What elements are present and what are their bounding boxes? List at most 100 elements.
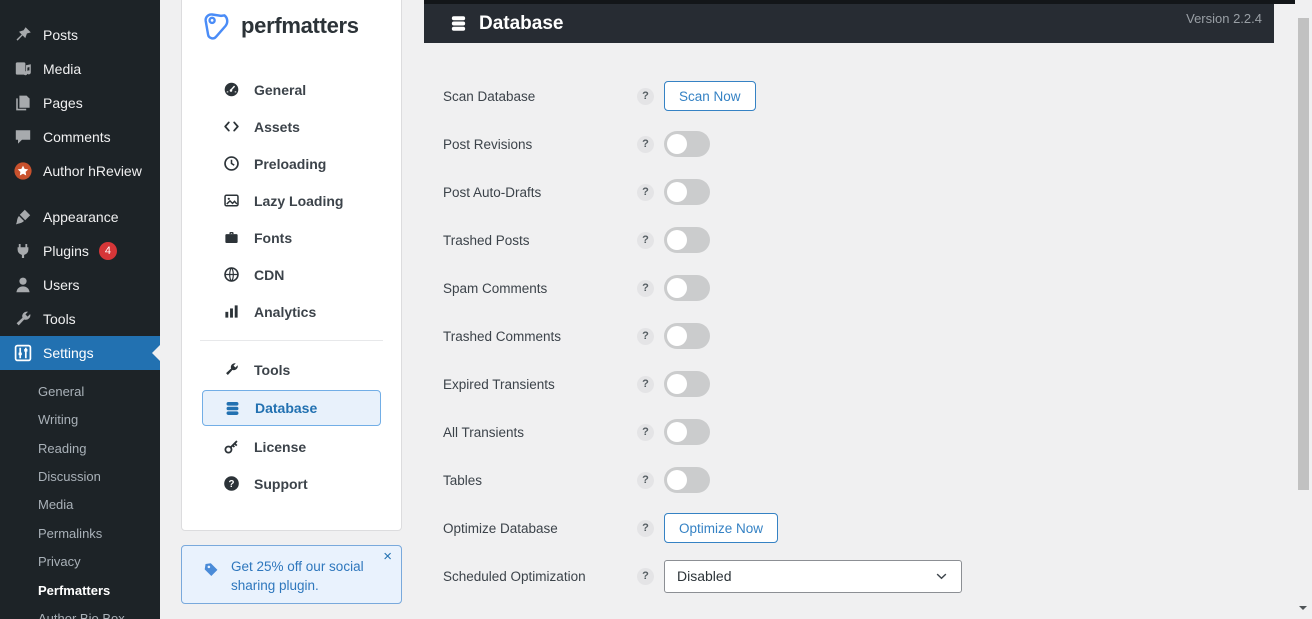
sidebar-item-label: Plugins [43, 243, 89, 259]
sidebar-item-author-hreview[interactable]: Author hReview [0, 154, 160, 188]
nav-item-cdn[interactable]: CDN [182, 256, 401, 293]
nav-item-database[interactable]: Database [202, 390, 381, 426]
briefcase-icon [223, 229, 240, 246]
sidebar-item-pages[interactable]: Pages [0, 86, 160, 120]
toggle-knob [667, 326, 687, 346]
setting-row-all-transients: All Transients? [424, 408, 1274, 456]
help-icon[interactable]: ? [637, 376, 654, 393]
pages-icon [13, 93, 33, 113]
toggle-knob [667, 422, 687, 442]
settings-rows: Scan Database?Scan NowPost Revisions?Pos… [424, 43, 1274, 600]
nav-item-fonts[interactable]: Fonts [182, 219, 401, 256]
promo-text: Get 25% off our social sharing plugin. [231, 558, 383, 596]
trashed-posts-toggle[interactable] [664, 227, 710, 253]
help-icon[interactable]: ? [637, 184, 654, 201]
promo-close-icon[interactable]: × [383, 549, 392, 564]
toggle-knob [667, 278, 687, 298]
submenu-item-writing[interactable]: Writing [0, 406, 160, 434]
nav-item-label: CDN [254, 267, 284, 283]
nav-item-label: Support [254, 476, 308, 492]
tables-toggle[interactable] [664, 467, 710, 493]
vertical-scrollbar[interactable] [1295, 0, 1312, 619]
submenu-item-perfmatters[interactable]: Perfmatters [0, 577, 160, 605]
submenu-item-general[interactable]: General [0, 378, 160, 406]
toggle-knob [667, 230, 687, 250]
comment-icon [13, 127, 33, 147]
help-icon[interactable]: ? [637, 520, 654, 537]
database-header: Database Version 2.2.4 [424, 4, 1274, 43]
user-icon [13, 275, 33, 295]
expired-transients-toggle[interactable] [664, 371, 710, 397]
scrollbar-down-arrow-icon[interactable] [1299, 606, 1307, 614]
sidebar-item-posts[interactable]: Posts [0, 18, 160, 52]
nav-item-license[interactable]: License [182, 428, 401, 465]
setting-label: Optimize Database [443, 521, 637, 536]
post-revisions-toggle[interactable] [664, 131, 710, 157]
help-icon[interactable]: ? [637, 280, 654, 297]
sidebar-item-label: Pages [43, 95, 83, 111]
sidebar-item-comments[interactable]: Comments [0, 120, 160, 154]
select-value: Disabled [677, 568, 731, 584]
help-icon[interactable]: ? [637, 568, 654, 585]
scheduled-optimization-select[interactable]: Disabled [664, 560, 962, 593]
star-icon [13, 161, 33, 181]
toggle-knob [667, 134, 687, 154]
submenu-item-author-bio-box[interactable]: Author Bio Box [0, 605, 160, 619]
settings-submenu: GeneralWritingReadingDiscussionMediaPerm… [0, 370, 160, 619]
dashboard-icon [223, 81, 240, 98]
perfmatters-logo: perfmatters [182, 0, 401, 42]
nav-item-general[interactable]: General [182, 71, 401, 108]
all-transients-toggle[interactable] [664, 419, 710, 445]
setting-label: Expired Transients [443, 377, 637, 392]
brand-name: perfmatters [241, 13, 359, 39]
nav-item-support[interactable]: ?Support [182, 465, 401, 502]
help-icon[interactable]: ? [637, 136, 654, 153]
setting-row-spam-comments: Spam Comments? [424, 264, 1274, 312]
update-count-badge: 4 [99, 242, 117, 260]
sidebar-item-settings[interactable]: Settings [0, 336, 160, 370]
nav-item-preloading[interactable]: Preloading [182, 145, 401, 182]
help-icon[interactable]: ? [637, 472, 654, 489]
nav-item-label: License [254, 439, 306, 455]
sliders-icon [13, 343, 33, 363]
sidebar-item-label: Posts [43, 27, 78, 43]
setting-row-trashed-posts: Trashed Posts? [424, 216, 1274, 264]
sidebar-item-tools[interactable]: Tools [0, 302, 160, 336]
pin-icon [13, 25, 33, 45]
nav-item-analytics[interactable]: Analytics [182, 293, 401, 330]
globe-icon [223, 266, 240, 283]
post-auto-drafts-toggle[interactable] [664, 179, 710, 205]
optimize-now-button[interactable]: Optimize Now [664, 513, 778, 543]
nav-divider [200, 340, 383, 341]
spam-comments-toggle[interactable] [664, 275, 710, 301]
tag-icon [203, 561, 220, 578]
nav-item-lazy-loading[interactable]: Lazy Loading [182, 182, 401, 219]
scrollbar-thumb[interactable] [1298, 18, 1309, 490]
sidebar-item-media[interactable]: Media [0, 52, 160, 86]
help-icon[interactable]: ? [637, 232, 654, 249]
scan-now-button[interactable]: Scan Now [664, 81, 756, 111]
setting-label: Post Revisions [443, 137, 637, 152]
nav-item-assets[interactable]: Assets [182, 108, 401, 145]
wrench-icon [223, 361, 240, 378]
nav-item-tools[interactable]: Tools [182, 351, 401, 388]
clock-icon [223, 155, 240, 172]
setting-row-scan-database: Scan Database?Scan Now [424, 72, 1274, 120]
setting-label: Trashed Posts [443, 233, 637, 248]
trashed-comments-toggle[interactable] [664, 323, 710, 349]
database-icon [449, 13, 468, 34]
sidebar-item-plugins[interactable]: Plugins 4 [0, 234, 160, 268]
promo-box: Get 25% off our social sharing plugin. × [181, 545, 402, 604]
sidebar-item-appearance[interactable]: Appearance [0, 200, 160, 234]
submenu-item-permalinks[interactable]: Permalinks [0, 520, 160, 548]
submenu-item-privacy[interactable]: Privacy [0, 548, 160, 576]
menu-separator [0, 188, 160, 200]
setting-row-scheduled-optimization: Scheduled Optimization?Disabled [424, 552, 1274, 600]
submenu-item-reading[interactable]: Reading [0, 435, 160, 463]
help-icon[interactable]: ? [637, 328, 654, 345]
submenu-item-media[interactable]: Media [0, 492, 160, 520]
sidebar-item-users[interactable]: Users [0, 268, 160, 302]
submenu-item-discussion[interactable]: Discussion [0, 463, 160, 491]
help-icon[interactable]: ? [637, 88, 654, 105]
help-icon[interactable]: ? [637, 424, 654, 441]
